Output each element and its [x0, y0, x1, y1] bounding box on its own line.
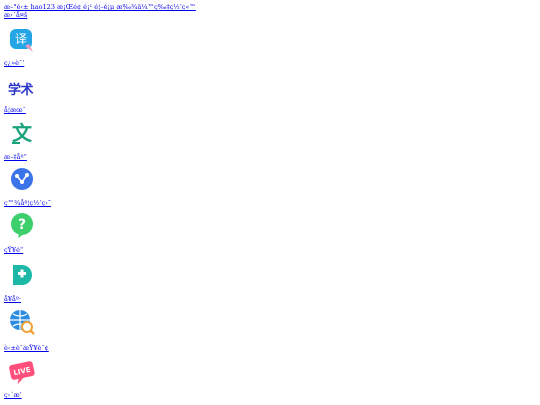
academic-icon: 学术: [8, 83, 34, 98]
svg-text:?: ?: [18, 217, 26, 233]
tile-label-academic[interactable]: å­¦æœ¯: [4, 106, 26, 114]
wenku-icon: 文: [12, 121, 33, 145]
share-icon: [11, 168, 33, 190]
tile-label-live[interactable]: ç›´æ’­: [4, 391, 22, 399]
more-link[interactable]: æ›´å¤š: [4, 11, 27, 19]
top-links[interactable]: æ–°è‹± hao123 æ¡Œé¢ é¡¹ é¦–é¡µ æ‰¾ä¼™ç‰‡…: [4, 3, 196, 11]
question-icon: ?: [11, 213, 33, 238]
tile-label-translate[interactable]: ç¿»è¯‘: [4, 59, 24, 67]
live-icon: LIVE: [9, 361, 35, 384]
tile-label-globe-search[interactable]: è‹±è¯­æŸ¥è¯¢: [4, 344, 49, 352]
health-icon: [13, 265, 32, 285]
globe-search-icon: [10, 310, 35, 335]
tile-label-health[interactable]: å¥åº·: [4, 295, 21, 303]
translate-icon: 译: [10, 29, 33, 52]
tile-label-wenku[interactable]: æ–‡åº“: [4, 153, 27, 161]
svg-text:译: 译: [15, 32, 27, 46]
svg-text:文: 文: [12, 121, 33, 145]
tile-label-zhidao[interactable]: çŸ¥é“: [4, 246, 23, 254]
tile-label-netdisk[interactable]: ç™¾åº¦ç½‘ç›˜: [4, 199, 51, 207]
